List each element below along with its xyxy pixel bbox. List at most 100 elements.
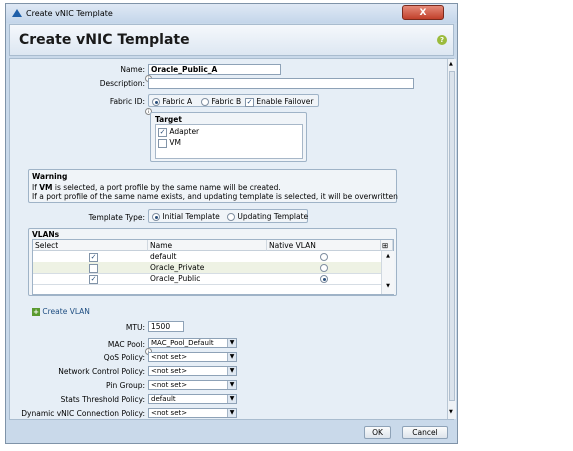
vlan-select-checkbox[interactable]: ✓ (87, 251, 98, 262)
mac-pool-label: MAC Pool: (107, 340, 145, 349)
stats-threshold-policy-select[interactable]: default ▼ (148, 394, 237, 404)
chevron-down-icon[interactable]: ▼ (227, 353, 236, 361)
help-icon[interactable]: ? (437, 35, 447, 45)
vlan-select-checkbox[interactable] (87, 262, 98, 273)
close-button[interactable]: X (402, 5, 444, 20)
window-title: Create vNIC Template (26, 9, 113, 18)
warning-line-1-bold: VM (39, 183, 53, 192)
enable-failover-label: Enable Failover (256, 97, 314, 106)
app-logo-icon (12, 9, 22, 17)
native-vlan-radio[interactable] (318, 251, 328, 262)
target-adapter-checkbox[interactable]: ✓ (158, 127, 167, 137)
network-control-policy-label: Network Control Policy: (58, 367, 145, 376)
description-label: Description: (99, 79, 145, 88)
native-vlan-radio[interactable] (318, 273, 328, 284)
vlans-group: VLANs Select Name Native VLAN ⊞ ✓ defaul… (28, 228, 397, 296)
chevron-down-icon[interactable]: ▼ (227, 381, 236, 389)
qos-policy-value: <not set> (151, 353, 188, 361)
pin-group-label: Pin Group: (106, 381, 145, 390)
column-header-native-vlan[interactable]: Native VLAN (267, 240, 381, 251)
mtu-label: MTU: (125, 323, 145, 332)
vlan-select-checkbox[interactable]: ✓ (87, 273, 98, 284)
dynamic-vnic-connection-policy-label: Dynamic vNIC Connection Policy: (21, 409, 145, 418)
enable-failover-checkbox[interactable]: ✓ (245, 97, 254, 107)
network-control-policy-select[interactable]: <not set> ▼ (148, 366, 237, 376)
scroll-down-icon[interactable]: ▼ (382, 283, 394, 289)
scrollbar-thumb[interactable] (449, 71, 455, 401)
vlan-name: Oracle_Public (150, 274, 201, 283)
warning-line-2: If a port profile of the same name exist… (32, 192, 398, 201)
native-vlan-radio[interactable] (318, 262, 328, 273)
warning-box: Warning If VM is selected, a port profil… (28, 169, 398, 203)
target-adapter-option[interactable]: ✓ Adapter (158, 127, 199, 137)
scroll-up-icon[interactable]: ▲ (449, 61, 453, 67)
fabric-b-label: Fabric B (211, 97, 242, 106)
name-input[interactable]: Oracle_Public_A (148, 64, 281, 75)
form-content: ▲ ▼ Name: Oracle_Public_A i Description:… (9, 58, 456, 420)
target-vm-label: VM (169, 138, 181, 147)
scroll-up-icon[interactable]: ▲ (382, 253, 394, 259)
fabric-id-group: Fabric A Fabric B ✓ Enable Failover (148, 94, 319, 107)
updating-template-radio[interactable] (227, 213, 235, 221)
fabric-a-label: Fabric A (162, 97, 193, 106)
warning-line-1-suffix: is selected, a port profile by the same … (52, 183, 281, 192)
template-type-label: Template Type: (88, 213, 145, 222)
mac-pool-select[interactable]: MAC_Pool_Default ▼ (148, 338, 237, 348)
chevron-down-icon[interactable]: ▼ (227, 409, 236, 417)
dialog-header: Create vNIC Template ? (9, 24, 454, 56)
initial-template-radio[interactable] (152, 213, 160, 221)
cancel-button[interactable]: Cancel (402, 426, 448, 439)
page-title: Create vNIC Template (19, 32, 190, 48)
create-vlan-label: Create VLAN (42, 307, 90, 316)
chevron-down-icon[interactable]: ▼ (227, 395, 236, 403)
template-type-group: Initial Template Updating Template (148, 209, 308, 223)
updating-template-option[interactable]: Updating Template (227, 212, 308, 221)
dynamic-vnic-connection-policy-value: <not set> (151, 409, 188, 417)
stats-threshold-policy-value: default (151, 395, 176, 403)
warning-title: Warning (32, 172, 68, 181)
name-label: Name: (120, 65, 145, 74)
scroll-down-icon[interactable]: ▼ (449, 409, 453, 415)
mtu-input[interactable]: 1500 (148, 321, 184, 332)
target-title: Target (155, 115, 182, 124)
description-input[interactable] (148, 78, 414, 89)
qos-policy-label: QoS Policy: (103, 353, 145, 362)
mac-pool-value: MAC_Pool_Default (151, 339, 214, 347)
warning-line-1: If VM is selected, a port profile by the… (32, 183, 281, 192)
updating-template-label: Updating Template (237, 212, 309, 221)
fabric-b-option[interactable]: Fabric B (201, 97, 241, 106)
table-scrollbar[interactable]: ▲ ▼ (381, 251, 394, 294)
pin-group-value: <not set> (151, 381, 188, 389)
target-group: Target ✓ Adapter VM (150, 112, 307, 162)
table-row[interactable]: ✓ Oracle_Public (33, 273, 381, 285)
ok-button[interactable]: OK (364, 426, 391, 439)
column-chooser-icon[interactable]: ⊞ (381, 240, 393, 251)
vlan-name: default (150, 252, 177, 261)
fabric-b-radio[interactable] (201, 98, 209, 106)
vlans-table: Select Name Native VLAN ⊞ ✓ default Orac… (32, 239, 394, 295)
network-control-policy-value: <not set> (151, 367, 188, 375)
initial-template-label: Initial Template (162, 212, 220, 221)
pin-group-select[interactable]: <not set> ▼ (148, 380, 237, 390)
vlan-name: Oracle_Private (150, 263, 205, 272)
fabric-a-option[interactable]: Fabric A (152, 97, 192, 106)
qos-policy-select[interactable]: <not set> ▼ (148, 352, 237, 362)
fabric-a-radio[interactable] (152, 98, 160, 106)
dialog-window: Create vNIC Template X Create vNIC Templ… (5, 3, 458, 444)
initial-template-option[interactable]: Initial Template (152, 212, 220, 221)
chevron-down-icon[interactable]: ▼ (227, 367, 236, 375)
dynamic-vnic-connection-policy-select[interactable]: <not set> ▼ (148, 408, 237, 418)
scrollbar[interactable]: ▲ ▼ (447, 59, 456, 419)
enable-failover-option[interactable]: ✓ Enable Failover (245, 97, 313, 107)
target-vm-checkbox[interactable] (158, 138, 167, 148)
target-vm-option[interactable]: VM (158, 138, 181, 148)
column-header-name[interactable]: Name (148, 240, 267, 251)
column-header-select[interactable]: Select (33, 240, 148, 251)
target-adapter-label: Adapter (169, 127, 200, 136)
vlans-title: VLANs (32, 230, 60, 239)
target-list: ✓ Adapter VM (155, 124, 303, 159)
title-bar[interactable]: Create vNIC Template X (6, 4, 457, 23)
chevron-down-icon[interactable]: ▼ (227, 339, 236, 347)
create-vlan-link[interactable]: + Create VLAN (32, 307, 90, 316)
plus-icon: + (32, 308, 40, 316)
